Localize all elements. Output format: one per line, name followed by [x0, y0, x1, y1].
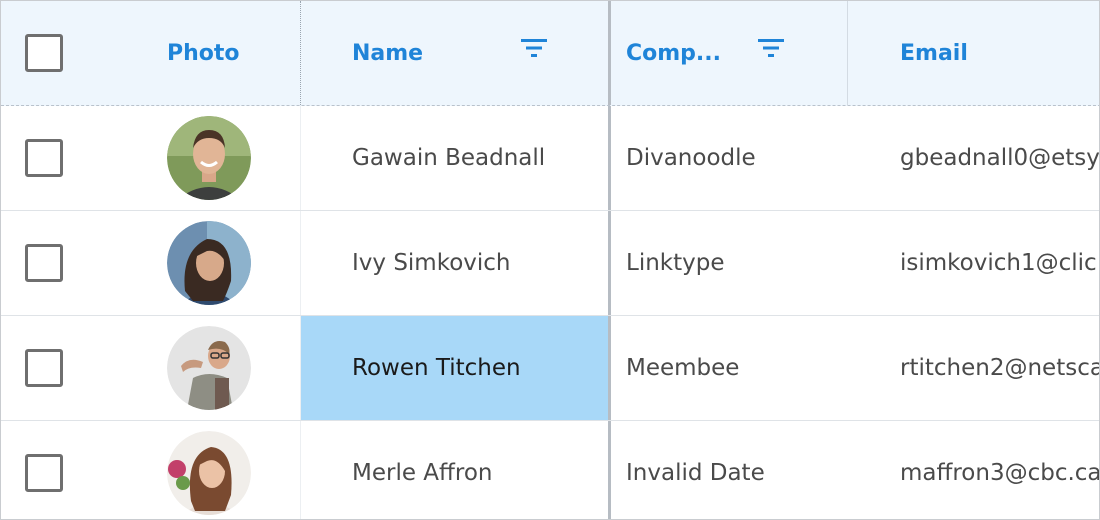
row-select-cell: [1, 106, 91, 210]
photo-cell[interactable]: [91, 421, 301, 519]
company-cell[interactable]: Linktype: [611, 211, 848, 315]
avatar-man-glasses: [167, 326, 251, 410]
company-text: Invalid Date: [626, 460, 765, 486]
table-row[interactable]: Merle Affron Invalid Date maffron3@cbc.c…: [1, 421, 1100, 519]
name-text: Gawain Beadnall: [352, 145, 546, 171]
column-header-company[interactable]: Comp...: [611, 1, 848, 105]
table-row[interactable]: Rowen Titchen Meembee rtitchen2@netsca: [1, 316, 1100, 421]
email-text: maffron3@cbc.ca: [900, 460, 1100, 486]
data-grid: Photo Name Comp... Email Gawain Beadnall…: [0, 0, 1100, 520]
row-select-cell: [1, 421, 91, 519]
company-filter-icon[interactable]: [758, 38, 784, 58]
company-text: Meembee: [626, 355, 740, 381]
email-cell[interactable]: maffron3@cbc.ca: [848, 421, 1100, 519]
select-all-checkbox[interactable]: [25, 34, 63, 72]
column-header-name-label: Name: [352, 40, 424, 66]
photo-cell[interactable]: [91, 211, 301, 315]
name-cell[interactable]: Gawain Beadnall: [301, 106, 611, 210]
avatar-woman-flowers: [167, 431, 251, 515]
photo-cell[interactable]: [91, 316, 301, 420]
email-cell[interactable]: gbeadnall0@etsy: [848, 106, 1100, 210]
photo-cell[interactable]: [91, 106, 301, 210]
column-header-company-label: Comp...: [626, 40, 722, 66]
row-checkbox[interactable]: [25, 244, 63, 282]
company-cell[interactable]: Meembee: [611, 316, 848, 420]
name-text: Ivy Simkovich: [352, 250, 511, 276]
name-text: Merle Affron: [352, 460, 493, 486]
company-text: Linktype: [626, 250, 725, 276]
name-cell[interactable]: Merle Affron: [301, 421, 611, 519]
table-row[interactable]: Gawain Beadnall Divanoodle gbeadnall0@et…: [1, 106, 1100, 211]
email-text: rtitchen2@netsca: [900, 355, 1100, 381]
avatar-man-smiling: [167, 116, 251, 200]
row-checkbox[interactable]: [25, 349, 63, 387]
company-text: Divanoodle: [626, 145, 756, 171]
name-cell[interactable]: Ivy Simkovich: [301, 211, 611, 315]
row-select-cell: [1, 316, 91, 420]
name-text: Rowen Titchen: [352, 355, 521, 381]
email-text: gbeadnall0@etsy: [900, 145, 1100, 171]
row-checkbox[interactable]: [25, 454, 63, 492]
name-filter-icon[interactable]: [521, 38, 547, 58]
table-row[interactable]: Ivy Simkovich Linktype isimkovich1@clic: [1, 211, 1099, 316]
column-header-name[interactable]: Name: [301, 1, 611, 105]
email-cell[interactable]: rtitchen2@netsca: [848, 316, 1100, 420]
column-header-email[interactable]: Email: [848, 1, 1099, 105]
avatar-woman-dark-hair: [167, 221, 251, 305]
column-header-photo[interactable]: Photo: [91, 1, 301, 105]
row-select-cell: [1, 211, 91, 315]
grid-header-row: Photo Name Comp... Email: [1, 1, 1099, 106]
company-cell[interactable]: Invalid Date: [611, 421, 848, 519]
header-select-cell: [1, 1, 91, 105]
column-header-photo-label: Photo: [167, 40, 240, 66]
email-cell[interactable]: isimkovich1@clic: [848, 211, 1099, 315]
name-cell-selected[interactable]: Rowen Titchen: [301, 316, 611, 420]
column-header-email-label: Email: [900, 40, 968, 66]
row-checkbox[interactable]: [25, 139, 63, 177]
company-cell[interactable]: Divanoodle: [611, 106, 848, 210]
email-text: isimkovich1@clic: [900, 250, 1097, 276]
